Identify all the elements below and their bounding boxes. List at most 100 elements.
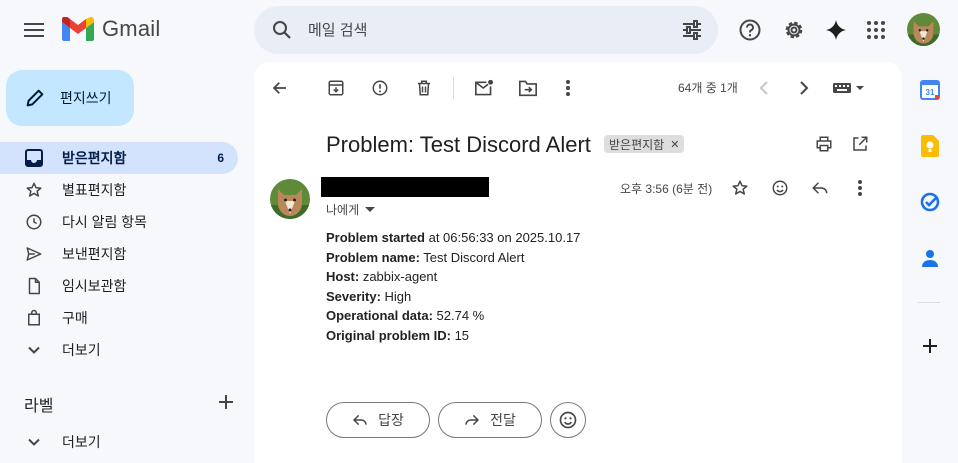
labels-title: 라벨 — [24, 398, 54, 415]
clock-icon — [24, 212, 44, 232]
sidebar-item-label: 별표편지함 — [62, 182, 127, 198]
sidebar-item-label: 다시 알림 항목 — [62, 214, 148, 230]
search-bar[interactable] — [254, 6, 718, 54]
reply-icon-button[interactable] — [806, 174, 834, 202]
star-icon — [732, 180, 748, 195]
labels-more-item[interactable]: 더보기 — [0, 426, 238, 458]
forward-icon — [465, 414, 480, 426]
main-menu-button[interactable] — [14, 10, 54, 50]
body-key: Host: — [326, 269, 360, 285]
keep-icon — [921, 135, 939, 157]
pencil-icon — [26, 89, 44, 107]
body-value: 52.74 % — [432, 308, 485, 324]
reply-button[interactable]: 답장 — [326, 402, 430, 438]
calendar-app-button[interactable]: 31 — [918, 78, 942, 102]
star-button[interactable] — [726, 174, 754, 202]
body-key: Original problem ID: — [326, 327, 451, 343]
wolf-avatar-icon — [907, 13, 940, 46]
labels-header: 라벨 — [24, 392, 234, 416]
caret-down-icon — [365, 206, 376, 212]
body-key: Problem name: — [326, 249, 420, 265]
email-body: Problem started at 06:56:33 on 2025.10.1… — [326, 228, 580, 346]
emoji-reaction-button[interactable] — [550, 402, 586, 438]
sidebar-item-snoozed[interactable]: 다시 알림 항목 — [0, 206, 238, 238]
sidebar-item-label: 보낸편지함 — [62, 246, 127, 262]
search-icon[interactable] — [270, 18, 294, 47]
email-timestamp: 오후 3:56 (6분 전) — [620, 182, 713, 196]
input-tools-button[interactable] — [832, 74, 866, 102]
inbox-label-chip: 받은편지함 ✕ — [604, 135, 685, 153]
svg-text:31: 31 — [926, 88, 935, 97]
sidebar-item-drafts[interactable]: 임시보관함 — [0, 270, 238, 302]
inbox-icon — [24, 148, 44, 168]
sidebar-item-sent[interactable]: 보낸편지함 — [0, 238, 238, 270]
help-icon — [739, 19, 761, 41]
emoji-icon — [559, 411, 577, 429]
print-button[interactable] — [810, 130, 838, 158]
reply-icon — [353, 414, 367, 426]
older-button[interactable] — [790, 74, 818, 102]
help-button[interactable] — [730, 10, 770, 50]
open-in-new-icon — [853, 136, 868, 151]
account-avatar[interactable] — [907, 13, 940, 46]
archive-button[interactable] — [322, 74, 350, 102]
keep-app-button[interactable] — [918, 134, 942, 158]
forward-button[interactable]: 전달 — [438, 402, 542, 438]
sender-avatar[interactable] — [270, 179, 310, 219]
search-input[interactable] — [308, 18, 668, 42]
remove-label-icon[interactable]: ✕ — [670, 138, 679, 151]
more-vert-icon — [566, 80, 570, 96]
more-vert-icon — [858, 180, 862, 196]
body-line: Problem name: Test Discord Alert — [326, 248, 580, 268]
back-button[interactable] — [266, 74, 294, 102]
body-key: Problem started — [326, 230, 425, 245]
move-to-folder-icon — [519, 80, 537, 97]
settings-button[interactable] — [774, 10, 814, 50]
mark-unread-button[interactable] — [470, 74, 498, 102]
report-spam-button[interactable] — [366, 74, 394, 102]
gemini-button[interactable] — [816, 10, 856, 50]
sidebar-nav: 받은편지함 6 별표편지함 다시 알림 항목 보낸편지함 임시보관함 구매 더보… — [0, 142, 238, 366]
gmail-logo[interactable]: Gmail — [62, 16, 160, 42]
label-chip-text: 받은편지함 — [609, 137, 665, 152]
message-panel: 64개 중 1개 Problem: Test Discord Alert 받은편… — [254, 62, 902, 463]
redacted-sender-name — [321, 177, 489, 197]
body-key: Severity: — [326, 288, 381, 304]
delete-button[interactable] — [410, 74, 438, 102]
more-options-button[interactable] — [554, 74, 582, 102]
open-new-window-button[interactable] — [846, 130, 874, 158]
tasks-app-button[interactable] — [918, 190, 942, 214]
body-line: Original problem ID: 15 — [326, 326, 580, 346]
sparkle-icon — [826, 20, 846, 40]
sidebar-item-starred[interactable]: 별표편지함 — [0, 174, 238, 206]
add-label-icon[interactable] — [218, 394, 234, 415]
back-arrow-icon — [272, 82, 286, 94]
unread-count: 6 — [217, 151, 224, 165]
contacts-app-button[interactable] — [918, 246, 942, 270]
compose-button[interactable]: 편지쓰기 — [6, 70, 134, 126]
chevron-down-icon — [24, 340, 44, 360]
newer-button[interactable] — [750, 74, 778, 102]
message-more-button[interactable] — [846, 174, 874, 202]
sidebar-item-inbox[interactable]: 받은편지함 6 — [0, 142, 238, 174]
keyboard-icon — [833, 83, 864, 93]
move-to-button[interactable] — [514, 74, 542, 102]
body-line: Host: zabbix-agent — [326, 267, 580, 287]
body-line: Severity: High — [326, 287, 580, 307]
sidebar-item-more[interactable]: 더보기 — [0, 334, 238, 366]
reply-label: 답장 — [378, 412, 404, 428]
send-icon — [24, 244, 44, 264]
gmail-logo-text: Gmail — [102, 16, 161, 41]
labels-more-label: 더보기 — [62, 434, 101, 450]
body-value: 15 — [450, 327, 470, 343]
hamburger-icon — [24, 23, 44, 37]
sidebar-item-label: 구매 — [62, 310, 88, 326]
search-options-icon[interactable] — [680, 18, 704, 47]
apps-button[interactable] — [856, 10, 896, 50]
chevron-down-icon — [24, 432, 44, 452]
add-reaction-button[interactable] — [766, 174, 794, 202]
sidebar-item-purchases[interactable]: 구매 — [0, 302, 238, 334]
get-addons-button[interactable] — [918, 334, 942, 358]
forward-label: 전달 — [490, 412, 516, 428]
recipient-details[interactable]: 나에게 — [326, 201, 376, 218]
